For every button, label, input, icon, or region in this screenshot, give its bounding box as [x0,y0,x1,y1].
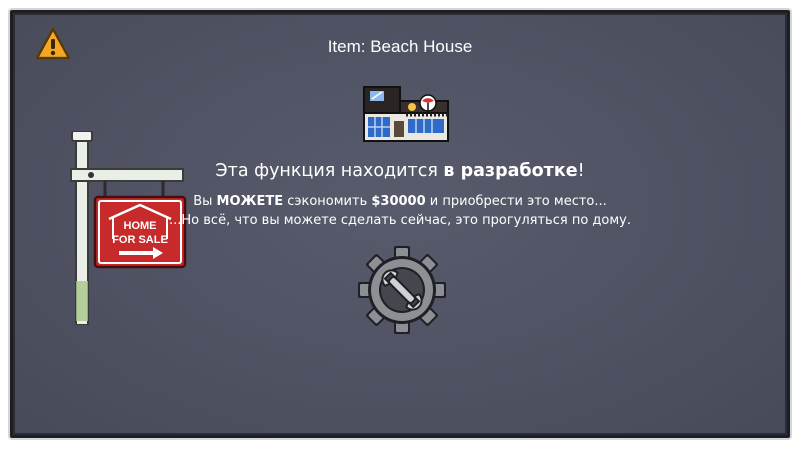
walk-around-text: ...Но всё, что вы можете сделать сейчас,… [169,213,631,228]
sign-line-for-sale: FOR SALE [112,234,168,246]
save-offer-text: Вы МОЖЕТЕ сэкономить $30000 и приобрести… [193,194,607,209]
under-development-dialog: Item: Beach House HOME FOR SALE Эта функ… [10,10,790,438]
price: $30000 [371,194,426,209]
wrench-gear-icon [358,246,446,334]
beach-house-icon [363,86,449,142]
item-title: Item: Beach House [327,37,473,56]
under-development-headline: Эта функция находится в разработке! [215,161,585,181]
